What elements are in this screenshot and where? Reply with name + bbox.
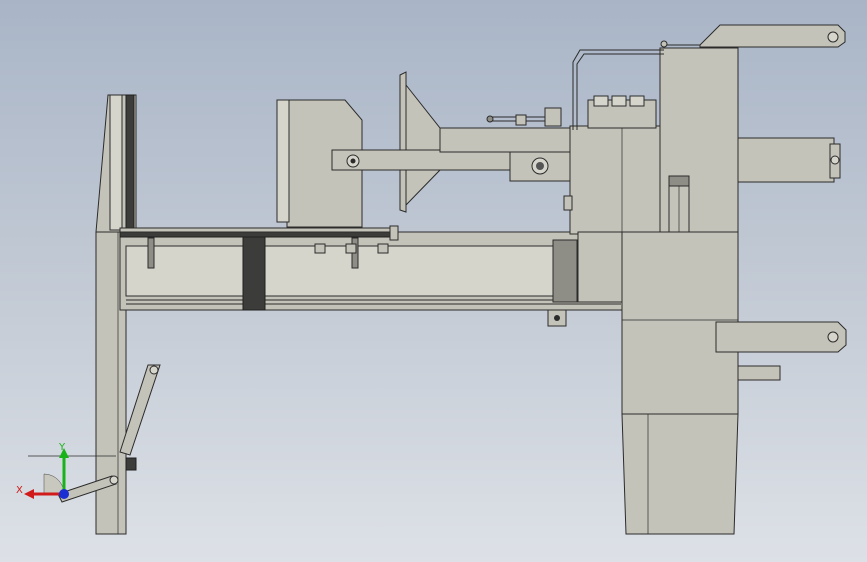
y-axis-label: Y	[59, 442, 66, 453]
vertical-pipe	[668, 175, 690, 235]
log-splitter-model[interactable]	[0, 0, 867, 562]
bottom-bracket	[547, 309, 567, 327]
right-leg	[621, 231, 739, 535]
cad-viewport[interactable]: Y X	[0, 0, 867, 562]
coordinate-triad: Y X	[16, 438, 98, 508]
main-beam	[119, 231, 626, 311]
control-valve	[486, 49, 664, 130]
upper-lever	[660, 24, 846, 48]
main-cylinder	[737, 137, 841, 183]
triad-graphic	[24, 448, 69, 499]
z-axis-dot	[59, 489, 69, 499]
x-axis-label: X	[16, 485, 23, 496]
splitting-wedge	[399, 71, 441, 213]
